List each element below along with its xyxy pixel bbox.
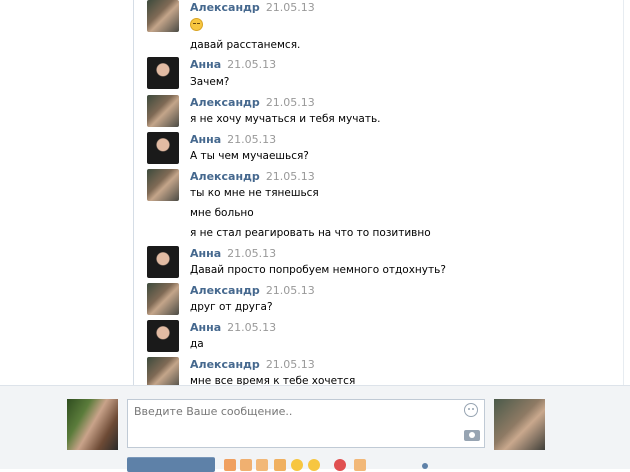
author-name[interactable]: Александр — [190, 358, 260, 371]
author-name[interactable]: Александр — [190, 170, 260, 183]
message-input[interactable]: Введите Ваше сообщение.. — [127, 399, 485, 448]
avatar[interactable] — [147, 283, 179, 315]
message-date: 21.05.13 — [227, 58, 277, 71]
message-author[interactable]: Александр 21.05.13 — [190, 96, 315, 109]
message-author[interactable]: Анна 21.05.13 — [190, 247, 276, 260]
message-text: я не стал реагировать на что то позитивн… — [190, 227, 431, 239]
my-avatar[interactable] — [67, 399, 118, 450]
message-author[interactable]: Александр 21.05.13 — [190, 1, 315, 14]
message-date: 21.05.13 — [227, 247, 277, 260]
peer-avatar[interactable] — [494, 399, 545, 450]
author-name[interactable]: Александр — [190, 96, 260, 109]
message-author[interactable]: Александр 21.05.13 — [190, 284, 315, 297]
message-text: Зачем? — [190, 76, 230, 88]
message-author[interactable]: Анна 21.05.13 — [190, 58, 276, 71]
lips-icon[interactable] — [334, 459, 346, 471]
author-name[interactable]: Анна — [190, 58, 221, 71]
hand-icon[interactable] — [256, 459, 268, 471]
send-button[interactable] — [127, 457, 215, 472]
hand-icon[interactable] — [240, 459, 252, 471]
message-history: Александр 21.05.13 давай расстанемся. Анн… — [133, 0, 630, 385]
dot-icon — [422, 463, 428, 469]
avatar[interactable] — [147, 95, 179, 127]
message-date: 21.05.13 — [265, 96, 315, 109]
message-author[interactable]: Александр 21.05.13 — [190, 358, 315, 371]
message-date: 21.05.13 — [227, 321, 277, 334]
avatar[interactable] — [147, 357, 179, 385]
avatar[interactable] — [147, 246, 179, 278]
message-date: 21.05.13 — [265, 284, 315, 297]
message-text: Давай просто попробуем немного отдохнуть… — [190, 264, 446, 276]
grin-emoji-icon[interactable] — [308, 459, 320, 471]
message-date: 21.05.13 — [265, 1, 315, 14]
avatar[interactable] — [147, 0, 179, 32]
message-text: я не хочу мучаться и тебя мучать. — [190, 113, 381, 125]
smile-icon[interactable] — [464, 403, 478, 417]
avatar[interactable] — [147, 320, 179, 352]
message-input-placeholder: Введите Ваше сообщение.. — [134, 405, 293, 418]
scrollbar[interactable] — [623, 0, 630, 385]
message-text: друг от друга? — [190, 301, 273, 313]
avatar[interactable] — [147, 169, 179, 201]
camera-icon[interactable] — [464, 430, 480, 441]
message-text: да — [190, 338, 204, 350]
message-date: 21.05.13 — [265, 170, 315, 183]
hand-icon[interactable] — [274, 459, 286, 471]
message-text: давай расстанемся. — [190, 39, 301, 51]
hand-icon[interactable] — [224, 459, 236, 471]
message-date: 21.05.13 — [227, 133, 277, 146]
author-name[interactable]: Александр — [190, 284, 260, 297]
message-author[interactable]: Анна 21.05.13 — [190, 133, 276, 146]
smile-emoji-icon[interactable] — [291, 459, 303, 471]
author-name[interactable]: Анна — [190, 133, 221, 146]
message-author[interactable]: Александр 21.05.13 — [190, 170, 315, 183]
message-text: мне больно — [190, 207, 254, 219]
hand-icon[interactable] — [354, 459, 366, 471]
pensive-face-icon — [190, 18, 203, 31]
avatar[interactable] — [147, 132, 179, 164]
avatar[interactable] — [147, 57, 179, 89]
author-name[interactable]: Анна — [190, 247, 221, 260]
message-text: мне все время к тебе хочется — [190, 375, 356, 385]
author-name[interactable]: Анна — [190, 321, 221, 334]
author-name[interactable]: Александр — [190, 1, 260, 14]
message-text: А ты чем мучаешься? — [190, 150, 309, 162]
message-author[interactable]: Анна 21.05.13 — [190, 321, 276, 334]
message-text: ты ко мне не тянешься — [190, 187, 319, 199]
message-date: 21.05.13 — [265, 358, 315, 371]
